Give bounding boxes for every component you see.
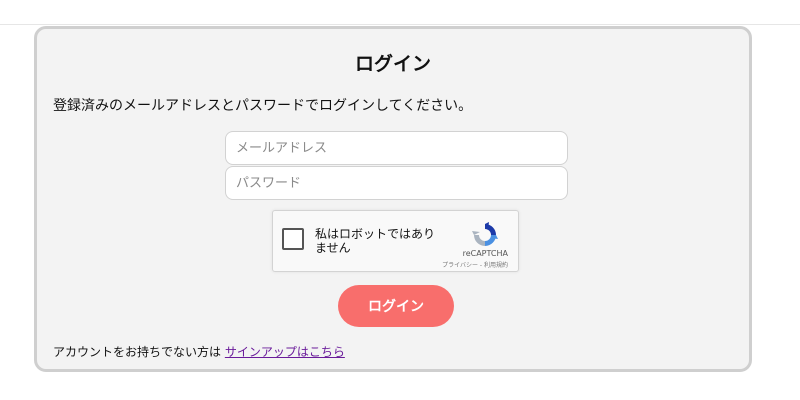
signup-link[interactable]: サインアップはこちら [225, 345, 345, 359]
captcha-label: 私はロボットではありません [315, 227, 436, 255]
password-field[interactable] [225, 166, 568, 200]
captcha-brand: reCAPTCHA [462, 249, 508, 258]
captcha-checkbox[interactable] [282, 228, 304, 250]
signup-prompt: アカウントをお持ちでない方は [53, 345, 222, 359]
recaptcha-logo-icon [472, 222, 498, 246]
login-card: ログイン 登録済みのメールアドレスとパスワードでログインしてください。 私はロボ… [34, 26, 752, 372]
login-description: 登録済みのメールアドレスとパスワードでログインしてください。 [53, 98, 473, 114]
recaptcha-widget: 私はロボットではありません reCAPTCHA プライバシー - 利用規約 [272, 210, 519, 272]
signup-row: アカウントをお持ちでない方は サインアップはこちら [53, 343, 345, 360]
page-title: ログイン [354, 53, 431, 75]
top-divider [0, 24, 800, 25]
captcha-privacy-terms[interactable]: プライバシー - 利用規約 [442, 260, 508, 269]
email-field[interactable] [225, 131, 568, 165]
login-button[interactable]: ログイン [338, 285, 454, 327]
